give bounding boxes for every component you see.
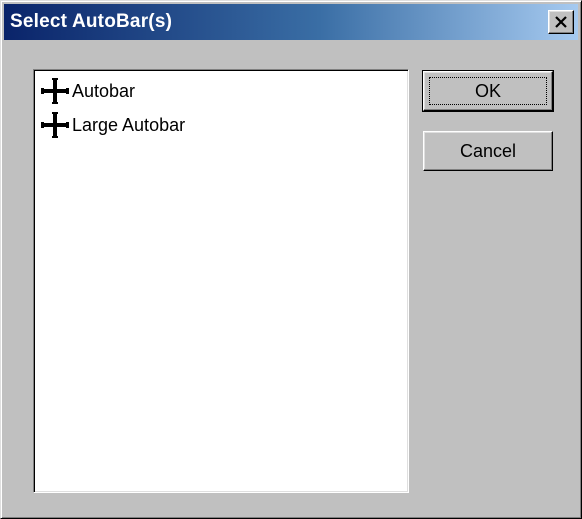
list-item-large-autobar[interactable]: Large Autobar <box>40 112 185 138</box>
autobar-list[interactable]: Autobar Large Autobar <box>33 69 409 493</box>
select-autobar-dialog: Select AutoBar(s) Autobar Large Autobar … <box>0 0 582 519</box>
list-item-label: Autobar <box>72 80 136 101</box>
cancel-button-label: Cancel <box>459 140 517 161</box>
cancel-button[interactable]: Cancel <box>423 131 553 171</box>
close-icon <box>555 16 567 28</box>
dialog-title: Select AutoBar(s) <box>10 11 173 32</box>
list-item-autobar[interactable]: Autobar <box>40 78 135 104</box>
close-button[interactable] <box>548 10 574 34</box>
move-cross-icon <box>40 78 70 104</box>
ok-button-label: OK <box>474 80 501 101</box>
move-cross-icon <box>40 112 70 138</box>
ok-button[interactable]: OK <box>422 70 554 112</box>
title-bar[interactable]: Select AutoBar(s) <box>4 4 578 40</box>
list-item-label: Large Autobar <box>72 114 186 135</box>
